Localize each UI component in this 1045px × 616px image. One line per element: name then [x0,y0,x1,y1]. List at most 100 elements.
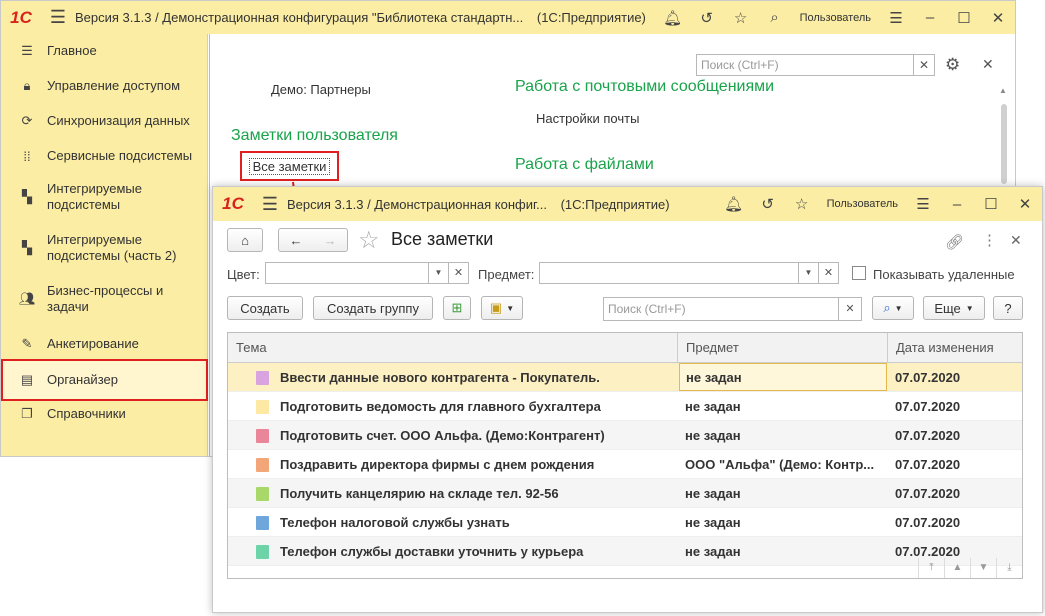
table-row[interactable]: Телефон службы доставки уточнить у курье… [228,537,1022,566]
settings-funnel-icon[interactable]: ☰ [906,195,940,213]
sidebar-item-integrated-2[interactable]: ▚ Интегрируемые подсистемы (часть 2) [1,231,208,265]
blocks-icon: ▚ [22,240,32,255]
color-dropdown-icon[interactable]: ▼ [429,262,449,284]
minimize-icon[interactable]: – [913,9,947,26]
subject-label: Предмет: [478,267,535,282]
sidebar-item-business[interactable]: 👥︎ Бизнес-процессы и задачи [1,282,208,316]
history-icon[interactable]: ↺ [690,9,724,27]
go-last-icon[interactable]: ⤓ [996,558,1022,578]
minimize-icon[interactable]: – [940,196,974,213]
subject-dropdown-icon[interactable]: ▼ [799,262,819,284]
help-button[interactable]: ? [993,296,1023,320]
sync-icon: ⟳ [21,113,33,128]
user-name[interactable]: Пользователь [792,12,879,24]
search-icon[interactable]: ⌕ [758,9,792,26]
copy-button[interactable]: ⊞ [443,296,471,320]
color-clear-icon[interactable]: ✕ [449,262,469,284]
page-up-icon[interactable]: ▲ [944,558,970,578]
table-row[interactable]: Получить канцелярию на складе тел. 92-56… [228,479,1022,508]
column-header-topic[interactable]: Тема [228,333,677,363]
close-icon[interactable]: ✕ [981,9,1015,27]
link-all-notes-highlight[interactable]: Все заметки [240,151,339,181]
nav-buttons[interactable]: ← → [278,228,348,252]
clear-search-icon[interactable]: ✕ [913,54,935,76]
blocks-icon: ▚ [22,189,32,204]
attach-menu-button[interactable]: ▣ ▼ [481,296,523,320]
books-icon: ❐ [21,406,33,421]
search-options-button[interactable]: ⌕ ▼ [872,296,914,320]
color-label: Цвет: [227,267,260,282]
table-row[interactable]: Подготовить ведомость для главного бухга… [228,392,1022,421]
grid-icon: ⁞⁞ [23,148,31,164]
close-icon[interactable]: ✕ [1008,195,1042,213]
table-search-input[interactable]: Поиск (Ctrl+F) [603,297,839,321]
bell-icon[interactable]: 🔔︎ [717,195,751,213]
subject-clear-icon[interactable]: ✕ [819,262,839,284]
color-field[interactable] [265,262,429,284]
star-icon[interactable]: ☆ [724,9,758,27]
hamburger-menu-icon[interactable]: ☰ [41,7,75,28]
show-deleted-checkbox[interactable] [852,266,866,280]
clip-folder-icon: ▣ [489,300,503,315]
table-row[interactable]: Подготовить счет. ООО Альфа. (Демо:Контр… [228,421,1022,450]
close-form-icon[interactable]: ✕ [1010,232,1022,249]
search-input[interactable]: Поиск (Ctrl+F) [696,54,914,76]
sidebar-item-catalogs[interactable]: ❐ Справочники [1,403,208,425]
clear-search-icon[interactable]: ✕ [839,297,862,321]
star-icon[interactable]: ☆ [785,195,819,213]
scroll-up-icon[interactable]: ▲ [999,86,1009,95]
table-row[interactable]: Поздравить директора фирмы с днем рожден… [228,450,1022,479]
window-platform: (1С:Предприятие) [560,196,670,212]
forward-arrow-icon[interactable]: → [324,233,337,248]
home-button[interactable]: ⌂ [227,228,263,252]
note-color-icon [256,545,269,559]
subject-field[interactable] [539,262,799,284]
table-navigation: ⤒ ▲ ▼ ⤓ [918,558,1022,578]
create-button[interactable]: Создать [227,296,303,320]
note-color-icon [256,458,269,472]
link-mail-settings[interactable]: Настройки почты [536,111,639,126]
sidebar-item-organizer[interactable]: ▤ Органайзер [1,359,208,401]
maximize-icon[interactable]: ☐ [974,195,1008,213]
gear-icon[interactable]: ⚙ [945,55,960,75]
lock-icon: 🔒︎ [23,78,31,93]
table-row[interactable]: Ввести данные нового контрагента - Покуп… [228,363,1022,392]
1c-logo-icon[interactable]: 1С [1,1,41,34]
maximize-icon[interactable]: ☐ [947,9,981,27]
back-arrow-icon[interactable]: ← [290,233,303,248]
sidebar-item-main[interactable]: ☰ Главное [1,40,208,62]
1c-logo-icon[interactable]: 1С [213,188,253,221]
more-vertical-icon[interactable]: ⋮ [982,231,997,249]
favorite-star-icon[interactable]: ☆ [358,226,380,255]
scroll-thumb[interactable] [1001,104,1007,184]
sidebar-item-sync[interactable]: ⟳ Синхронизация данных [1,110,208,132]
go-first-icon[interactable]: ⤒ [918,558,944,578]
sidebar-item-survey[interactable]: ✎ Анкетирование [1,333,208,355]
column-header-date[interactable]: Дата изменения [887,333,1022,363]
user-name[interactable]: Пользователь [819,198,906,210]
sidebar: ☰ Главное 🔒︎ Управление доступом ⟳ Синхр… [1,34,208,456]
section-title-notes: Заметки пользователя [231,127,398,144]
column-header-subject[interactable]: Предмет [677,333,887,363]
table-row[interactable]: Телефон налоговой службы узнать не задан… [228,508,1022,537]
settings-funnel-icon[interactable]: ☰ [879,9,913,27]
notes-window: 1С ☰ Версия 3.1.3 / Демонстрационная кон… [212,186,1043,613]
note-color-icon [256,371,269,385]
sidebar-item-service[interactable]: ⁞⁞ Сервисные подсистемы [1,145,208,167]
form-title: Все заметки [391,229,494,249]
bell-icon[interactable]: 🔔︎ [656,9,690,27]
note-color-icon [256,516,269,530]
hamburger-menu-icon[interactable]: ☰ [253,194,287,215]
create-group-button[interactable]: Создать группу [313,296,433,320]
link-demo-partners[interactable]: Демо: Партнеры [271,82,371,97]
page-down-icon[interactable]: ▼ [970,558,996,578]
main-title-bar: 1С ☰ Версия 3.1.3 / Демонстрационная кон… [1,1,1015,34]
history-icon[interactable]: ↺ [751,195,785,213]
close-panel-icon[interactable]: ✕ [982,56,994,73]
link-all-notes[interactable]: Все заметки [248,157,331,175]
link-icon[interactable]: 🔗︎ [945,233,964,251]
sidebar-item-integrated[interactable]: ▚ Интегрируемые подсистемы [1,180,208,214]
more-button[interactable]: Еще ▼ [923,296,985,320]
form-header: ⌂ ← → ☆ Все заметки 🔗︎ ⋮ ✕ [213,221,1042,267]
sidebar-item-access[interactable]: 🔒︎ Управление доступом [1,75,208,97]
